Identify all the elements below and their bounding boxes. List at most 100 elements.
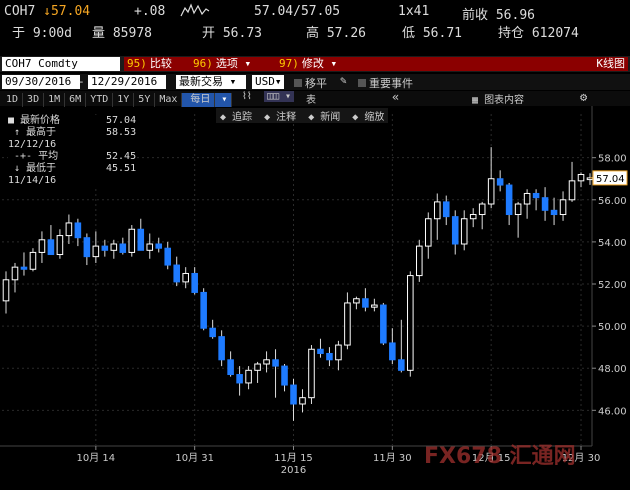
candle-body <box>2 279 10 302</box>
candle-body <box>550 209 558 216</box>
legend-low: ↓ 最低于 11/14/16 45.51 <box>8 163 137 186</box>
currency-select[interactable]: USD▾ <box>252 75 284 89</box>
range-tab-ytd[interactable]: YTD <box>86 93 114 107</box>
legend-last-value: 57.04 <box>106 115 137 126</box>
candle-body <box>523 192 531 205</box>
candle-body <box>92 245 100 258</box>
open-interest: 612074 <box>531 26 579 41</box>
collapse-left-icon[interactable]: « <box>392 90 399 104</box>
candle-body <box>451 216 459 245</box>
compare-button[interactable]: 95) 比较 <box>124 57 192 71</box>
range-tab-3d[interactable]: 3D <box>23 93 45 107</box>
trade-type-select[interactable]: 最新交易 ▾ <box>176 75 246 89</box>
chart-icon: ▦ <box>472 95 479 106</box>
legend-last[interactable]: ■ 最新价格 57.04 <box>8 115 136 127</box>
currency-value: USD <box>255 75 275 88</box>
track-label: 追踪 <box>232 112 253 123</box>
candle-body <box>433 201 441 220</box>
x-tick-label: 10月 31 <box>175 452 214 464</box>
candle-body <box>83 237 91 258</box>
annotate-label: 注释 <box>276 112 297 123</box>
x-tick-label: 10月 14 <box>77 452 116 464</box>
bid-ask-size: 1x41 <box>398 4 430 19</box>
open-interest-label: 持仓 <box>498 26 525 41</box>
range-tab-1d[interactable]: 1D <box>2 93 24 107</box>
last-price: 57.04 <box>50 4 91 19</box>
candle-body <box>245 369 252 384</box>
volume: 85978 <box>112 26 152 41</box>
candle-body <box>424 218 432 247</box>
start-date-field[interactable]: 09/30/2016 <box>2 75 80 89</box>
candle-body <box>335 344 342 361</box>
candle-type-select[interactable]: ◫◫ ▾ <box>264 91 295 102</box>
last-price-tag: 57.04 <box>596 174 625 185</box>
legend-high-value: 58.53 <box>106 127 137 138</box>
candle-body <box>344 302 351 346</box>
line-chart-icon[interactable]: ⌇⌇ <box>242 91 252 102</box>
range-tab-1m[interactable]: 1M <box>44 93 66 107</box>
legend-high: ↑ 最高于 12/12/16 58.53 <box>8 127 137 150</box>
edit-button[interactable]: 97) 修改 ▾ <box>276 57 368 71</box>
annotate-tool[interactable]: ◆ 注释 <box>264 112 296 123</box>
down-arrow-icon: ↓ <box>43 4 51 19</box>
chart-type-button[interactable]: K线图 <box>366 57 628 71</box>
candle-body <box>128 228 136 253</box>
open-label: 开 <box>202 26 216 41</box>
pen-icon[interactable]: ✎ <box>340 74 347 87</box>
gear-icon[interactable]: ⚙ <box>580 90 587 104</box>
candle-body <box>56 235 64 256</box>
security-field[interactable]: COH7 Comdty <box>2 57 120 71</box>
candle-body <box>380 304 387 344</box>
candle-body <box>254 363 261 371</box>
range-tab-6m[interactable]: 6M <box>65 93 87 107</box>
candle-body <box>110 243 118 251</box>
intraday-sparkline-icon <box>180 2 210 22</box>
range-tab-5y[interactable]: 5Y <box>134 93 156 107</box>
candle-body <box>11 266 19 281</box>
end-date-field[interactable]: 12/29/2016 <box>88 75 166 89</box>
net-change: +.08 <box>134 4 166 19</box>
edit-label: 修改 <box>301 57 324 70</box>
y-tick-label: 56.00 <box>598 196 627 207</box>
chart-content-button[interactable]: ▦ 图表内容 <box>472 91 524 106</box>
candle-body <box>272 359 279 367</box>
candle-body <box>200 291 207 329</box>
range-tab-max[interactable]: Max <box>155 93 183 107</box>
options-num: 96) <box>193 57 213 70</box>
y-tick-label: 48.00 <box>598 364 627 375</box>
range-tab-1y[interactable]: 1Y <box>113 93 135 107</box>
options-button[interactable]: 96) 选项 ▾ <box>190 57 278 71</box>
candle-body <box>47 239 55 256</box>
legend-avg-label: 平均 <box>38 151 59 162</box>
candle-body <box>577 174 585 182</box>
checkbox-icon: ■ <box>8 115 15 126</box>
candle-body <box>38 239 46 253</box>
ticker: COH7 <box>4 4 36 19</box>
x-tick-sublabel: 2016 <box>281 465 306 476</box>
watermark-logo: FX678 汇通网 <box>424 444 576 469</box>
table-button[interactable]: 表 <box>306 91 316 106</box>
toolbar-primary: COH7 Comdty 95) 比较 96) 选项 ▾ 97) 修改 ▾ K线图 <box>0 56 630 72</box>
zoom-tool[interactable]: ◆ 缩放 <box>352 112 384 123</box>
legend-avg: -+- 平均 52.45 <box>8 151 137 162</box>
news-tool[interactable]: ◆ 新闻 <box>308 112 340 123</box>
y-tick-label: 52.00 <box>598 280 627 291</box>
y-tick-label: 46.00 <box>598 406 627 417</box>
candle-body <box>559 199 567 216</box>
candle-body <box>514 203 522 216</box>
candle-body <box>65 222 73 237</box>
period-select[interactable]: 每日 ▾ <box>182 93 233 107</box>
zoom-label: 缩放 <box>364 112 385 123</box>
chevron-down-icon: ▾ <box>330 57 338 70</box>
track-tool[interactable]: ◆ 追踪 <box>220 112 252 123</box>
chevron-down-icon: ▾ <box>244 57 252 70</box>
legend-high-label: 最高于 12/12/16 <box>8 127 57 150</box>
events-toggle[interactable]: 重要事件 <box>358 75 413 91</box>
smooth-toggle[interactable]: 移平 <box>294 75 327 91</box>
range-tabs: 1D 3D 1M 6M YTD 1Y 5Y Max 每日 ▾ <box>2 91 233 107</box>
checkbox-icon <box>358 79 366 87</box>
candle-body <box>478 203 486 216</box>
bid-ask: 57.04/57.05 <box>254 4 341 19</box>
candle-body <box>281 365 288 386</box>
checkbox-icon <box>294 79 302 87</box>
